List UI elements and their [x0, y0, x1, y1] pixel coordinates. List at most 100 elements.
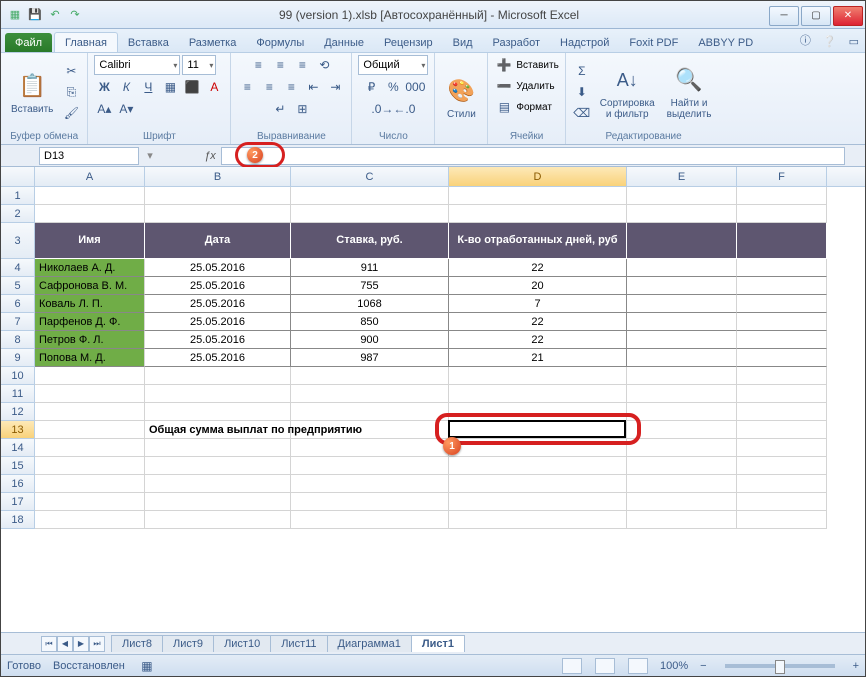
cell[interactable]: [291, 421, 449, 439]
row-header[interactable]: 7: [1, 313, 35, 331]
cell[interactable]: [627, 511, 737, 529]
col-header-f[interactable]: F: [737, 167, 827, 186]
col-header-e[interactable]: E: [627, 167, 737, 186]
cell[interactable]: 850: [291, 313, 449, 331]
tab-abbyy[interactable]: ABBYY PD: [688, 33, 763, 52]
cell[interactable]: [291, 457, 449, 475]
decrease-decimal-icon[interactable]: ←.0: [394, 99, 414, 119]
sheet-tab[interactable]: Лист8: [111, 635, 163, 652]
insert-cells-icon[interactable]: ➕: [494, 55, 514, 75]
tab-foxit[interactable]: Foxit PDF: [619, 33, 688, 52]
tab-layout[interactable]: Разметка: [179, 33, 247, 52]
italic-button[interactable]: К: [116, 77, 136, 97]
cell[interactable]: 755: [291, 277, 449, 295]
sheet-nav-next-icon[interactable]: ▶: [73, 636, 89, 652]
cell[interactable]: [145, 475, 291, 493]
row-header[interactable]: 1: [1, 187, 35, 205]
cell[interactable]: [737, 493, 827, 511]
cell[interactable]: [449, 403, 627, 421]
formula-input[interactable]: [221, 147, 845, 165]
cell[interactable]: [737, 367, 827, 385]
sort-filter-button[interactable]: A↓ Сортировка и фильтр: [596, 62, 659, 122]
cell[interactable]: Николаев А. Д.: [35, 259, 145, 277]
row-header[interactable]: 10: [1, 367, 35, 385]
cell[interactable]: [627, 331, 737, 349]
underline-button[interactable]: Ч: [138, 77, 158, 97]
cell[interactable]: 22: [449, 313, 627, 331]
number-format-combo[interactable]: Общий: [358, 55, 428, 75]
font-color-button[interactable]: A: [204, 77, 224, 97]
cell[interactable]: [627, 205, 737, 223]
cell[interactable]: [627, 223, 737, 259]
clear-icon[interactable]: ⌫: [572, 103, 592, 123]
cell[interactable]: 1068: [291, 295, 449, 313]
cell[interactable]: [291, 475, 449, 493]
row-header[interactable]: 5: [1, 277, 35, 295]
sheet-nav-prev-icon[interactable]: ◀: [57, 636, 73, 652]
increase-font-icon[interactable]: A▴: [94, 99, 114, 119]
cell[interactable]: [145, 439, 291, 457]
col-header-a[interactable]: A: [35, 167, 145, 186]
cell[interactable]: [145, 205, 291, 223]
tab-insert[interactable]: Вставка: [118, 33, 179, 52]
row-header[interactable]: 16: [1, 475, 35, 493]
zoom-out-icon[interactable]: −: [700, 660, 706, 672]
cell[interactable]: [35, 457, 145, 475]
cell[interactable]: Дата: [145, 223, 291, 259]
cell[interactable]: [35, 205, 145, 223]
cell[interactable]: [35, 439, 145, 457]
row-header[interactable]: 18: [1, 511, 35, 529]
align-bottom-icon[interactable]: ≡: [292, 55, 312, 75]
align-top-icon[interactable]: ≡: [248, 55, 268, 75]
cell[interactable]: 987: [291, 349, 449, 367]
tab-home[interactable]: Главная: [54, 32, 118, 52]
cell[interactable]: [627, 277, 737, 295]
tab-addins[interactable]: Надстрой: [550, 33, 619, 52]
cell[interactable]: [627, 385, 737, 403]
cell[interactable]: [737, 457, 827, 475]
cell[interactable]: 900: [291, 331, 449, 349]
view-pagebreak-icon[interactable]: [628, 658, 648, 674]
cell[interactable]: [737, 421, 827, 439]
cell[interactable]: 25.05.2016: [145, 331, 291, 349]
cell[interactable]: [291, 187, 449, 205]
merge-icon[interactable]: ⊞: [292, 99, 312, 119]
sheet-nav-last-icon[interactable]: ⏭: [89, 636, 105, 652]
cell[interactable]: 25.05.2016: [145, 259, 291, 277]
cell[interactable]: [35, 421, 145, 439]
cell[interactable]: Попова М. Д.: [35, 349, 145, 367]
maximize-button[interactable]: ▢: [801, 6, 831, 26]
decrease-font-icon[interactable]: A▾: [116, 99, 136, 119]
insert-function-button[interactable]: ƒx: [199, 147, 221, 165]
sheet-tab[interactable]: Лист10: [213, 635, 271, 652]
cell[interactable]: [737, 295, 827, 313]
cell[interactable]: [449, 439, 627, 457]
cell[interactable]: [145, 493, 291, 511]
ribbon-options-icon[interactable]: ▭: [843, 31, 865, 52]
cell[interactable]: [737, 259, 827, 277]
cell[interactable]: [449, 385, 627, 403]
tab-data[interactable]: Данные: [314, 33, 374, 52]
cell[interactable]: [291, 385, 449, 403]
tab-formulas[interactable]: Формулы: [246, 33, 314, 52]
orientation-icon[interactable]: ⟲: [314, 55, 334, 75]
cell[interactable]: 22: [449, 259, 627, 277]
indent-inc-icon[interactable]: ⇥: [325, 77, 345, 97]
save-icon[interactable]: 💾: [27, 7, 43, 23]
percent-icon[interactable]: %: [383, 77, 403, 97]
cell[interactable]: [145, 511, 291, 529]
align-right-icon[interactable]: ≡: [281, 77, 301, 97]
cell[interactable]: [627, 475, 737, 493]
format-painter-icon[interactable]: 🖌: [61, 103, 81, 123]
cell[interactable]: [737, 349, 827, 367]
zoom-slider[interactable]: [725, 664, 835, 668]
cell[interactable]: [737, 403, 827, 421]
cell[interactable]: [737, 223, 827, 259]
cell[interactable]: [737, 187, 827, 205]
cell[interactable]: [449, 511, 627, 529]
autosum-icon[interactable]: Σ: [572, 61, 592, 81]
col-header-d[interactable]: D: [449, 167, 627, 186]
cell[interactable]: Коваль Л. П.: [35, 295, 145, 313]
comma-icon[interactable]: 000: [405, 77, 425, 97]
cell[interactable]: Петров Ф. Л.: [35, 331, 145, 349]
